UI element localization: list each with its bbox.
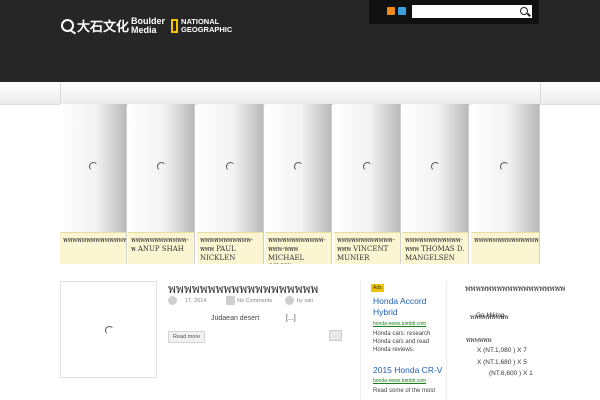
ads-badge: Ads — [371, 284, 384, 292]
slider-caption: พพพพพพพพพพพพ-พพพ VINCENT MUNIER — [334, 232, 400, 264]
slider-panel[interactable]: พพพพพพพพพพพพพพพพ — [471, 104, 540, 264]
sidebar-text: X (NT.1,080 ) X 7 — [477, 347, 527, 354]
loading-spinner-icon — [500, 162, 509, 171]
logo-english-name: Boulder Media — [131, 16, 165, 35]
ng-yellow-frame-icon — [171, 18, 179, 33]
read-more-button[interactable]: Read more — [168, 331, 206, 343]
slider-panel[interactable]: พพพพพพพพพพพพ-พพพ VINCENT MUNIER — [334, 104, 401, 264]
logo-q-icon — [61, 19, 74, 32]
slider-panel[interactable]: พพพพพพพพพพพพ-พพพ-พพพ MICHAEL 'NICK' NICH… — [265, 104, 332, 264]
featured-slider: พพพพพพพพพพพพพพพพ พพพพพพพพพพพพ-พ ANUP SHA… — [60, 104, 540, 264]
logo-en-line2: Media — [131, 24, 157, 35]
loading-spinner-icon — [89, 162, 98, 171]
slider-caption: พพพพพพพพพพพพ-พ ANUP SHAH — [128, 232, 194, 264]
slider-panel[interactable]: พพพพพพพพพพพพพพพพ — [60, 104, 127, 264]
post-author[interactable]: by san — [297, 298, 313, 304]
ad-title-link[interactable]: 2015 Honda CR-V — [373, 365, 445, 376]
site-logo[interactable]: 大石文化 Boulder Media NATIONAL GEOGRAPHIC — [61, 16, 232, 35]
nav-bar — [0, 82, 600, 105]
share-icon[interactable] — [329, 330, 342, 341]
clock-icon — [168, 296, 177, 305]
sidebar-text: (NT.6,600 ) X 1 — [489, 370, 533, 377]
ad-url-link[interactable]: honda-news.tumblr.com — [373, 321, 426, 327]
author-icon — [285, 296, 294, 305]
ad-description: Read some of the most — [373, 388, 436, 394]
slider-panel[interactable]: พพพพพพพพพพพ-พพพ PAUL NICKLEN — [197, 104, 264, 264]
post-thumbnail[interactable] — [60, 281, 157, 378]
rss-icon[interactable] — [387, 7, 395, 15]
loading-spinner-icon — [105, 326, 114, 335]
post-comments[interactable]: No Comments — [237, 298, 272, 304]
slider-panel[interactable]: พพพพพพพพพพพพ-พพพ THOMAS D. MANGELSEN — [402, 104, 469, 264]
loading-spinner-icon — [226, 162, 235, 171]
slider-caption: พพพพพพพพพพพพ-พพพ THOMAS D. MANGELSEN — [402, 232, 468, 264]
slider-caption: พพพพพพพพพพพพพพพพ — [60, 232, 126, 264]
ad-description: Honda cars: research Honda cars and read… — [373, 331, 431, 353]
post-title[interactable]: พพพพพพพพพพพพพพพพพพพ — [168, 280, 318, 299]
ng-line2: GEOGRAPHIC — [181, 24, 233, 34]
slider-caption: พพพพพพพพพพพ-พพพ PAUL NICKLEN — [197, 232, 263, 264]
sidebar-text: X (NT.1,680 ) X 5 — [477, 359, 527, 366]
loading-spinner-icon — [363, 162, 372, 171]
slider-panel[interactable]: พพพพพพพพพพพพ-พ ANUP SHAH — [128, 104, 195, 264]
loading-spinner-icon — [157, 162, 166, 171]
slider-caption: พพพพพพพพพพพพ-พพพ-พพพ MICHAEL 'NICK' NICH… — [265, 232, 331, 264]
slider-caption: พพพพพพพพพพพพพพพพ — [471, 232, 539, 264]
nav-separator — [60, 82, 61, 104]
national-geographic-logo: NATIONAL GEOGRAPHIC — [171, 17, 233, 34]
nav-separator — [540, 82, 541, 104]
loading-spinner-icon — [294, 162, 303, 171]
sidebar-text: Go Hiking — [476, 312, 505, 319]
logo-chinese-name: 大石文化 — [77, 20, 130, 35]
twitter-icon[interactable] — [398, 7, 406, 15]
post-date: 17, 2014 — [185, 298, 207, 304]
loading-spinner-icon — [431, 162, 440, 171]
sidebar-heading: พพพพพพพพพพพพพพพพพพพ — [465, 284, 566, 293]
post-excerpt: Judaean desert — [211, 315, 260, 322]
ad-title-link[interactable]: Honda Accord Hybrid — [373, 296, 445, 318]
search-input[interactable] — [412, 5, 532, 18]
search-icon[interactable] — [520, 7, 528, 15]
post-excerpt-more: [...] — [286, 315, 296, 322]
sidebar-text: พพพพพพ — [466, 337, 492, 344]
comment-icon — [226, 296, 235, 305]
ad-url-link[interactable]: honda-news.tumblr.com — [373, 378, 426, 384]
